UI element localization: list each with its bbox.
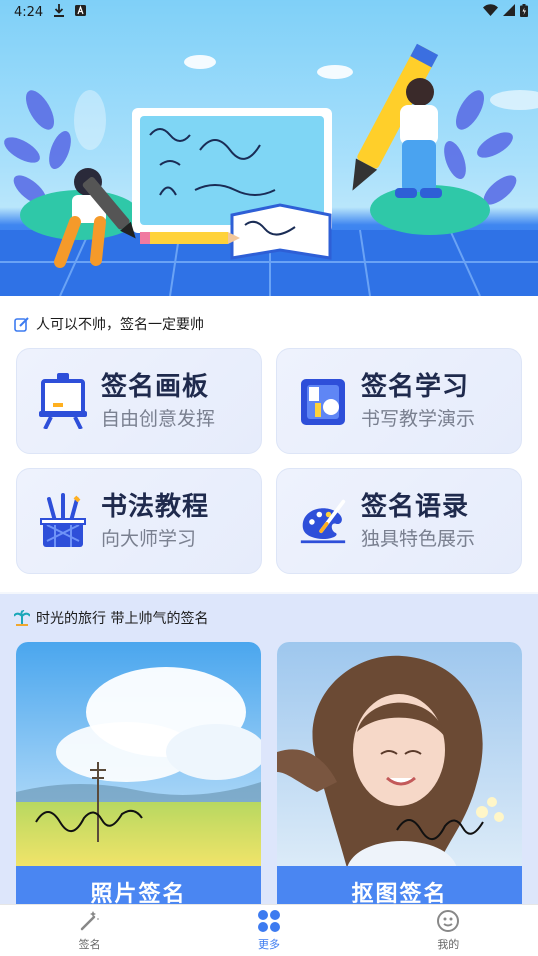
smiley-face-icon bbox=[436, 909, 460, 933]
card-title: 签名语录 bbox=[361, 492, 470, 522]
wifi-icon bbox=[483, 4, 498, 20]
grid-icon bbox=[257, 909, 281, 933]
card-subtitle: 书写教学演示 bbox=[361, 408, 476, 430]
hero-banner bbox=[0, 0, 538, 296]
notebook-icon bbox=[299, 373, 347, 429]
magic-wand-icon bbox=[78, 909, 102, 933]
app-notification-icon bbox=[75, 4, 87, 20]
section-header: 人可以不帅，签名一定要帅 bbox=[0, 296, 538, 352]
status-time: 4:24 bbox=[14, 4, 44, 20]
status-bar: 4:24 bbox=[0, 0, 538, 24]
signature-learning-card[interactable]: 签名学习 书写教学演示 bbox=[276, 348, 522, 454]
card-title: 签名学习 bbox=[361, 372, 470, 402]
nav-item-mine[interactable]: 我的 bbox=[388, 909, 508, 952]
palm-tree-icon bbox=[13, 609, 31, 626]
pen-holder-icon bbox=[39, 493, 87, 549]
nav-label: 签名 bbox=[78, 938, 101, 951]
cutout-signature-button[interactable]: 抠图签名 bbox=[277, 866, 522, 908]
pen-note-icon bbox=[14, 316, 30, 332]
photo-grid: 照片签名 抠图签名 bbox=[16, 642, 522, 908]
nav-item-more[interactable]: 更多 bbox=[209, 909, 329, 952]
bottom-navigation: 签名 更多 我的 bbox=[0, 904, 538, 956]
tool-grid: 签名画板 自由创意发挥 签名学习 书写教学演示 书法教程 向大师学习 签名语录 … bbox=[16, 348, 522, 574]
signature-board-card[interactable]: 签名画板 自由创意发挥 bbox=[16, 348, 262, 454]
card-subtitle: 向大师学习 bbox=[101, 528, 197, 550]
photo-signature-section: 时光的旅行 带上帅气的签名 照片签名 抠图签名 bbox=[0, 594, 538, 908]
download-icon bbox=[53, 3, 65, 21]
card-subtitle: 自由创意发挥 bbox=[101, 408, 216, 430]
photo-signature-button[interactable]: 照片签名 bbox=[16, 866, 261, 908]
battery-icon bbox=[520, 3, 528, 21]
landscape-image bbox=[16, 642, 261, 868]
nav-item-signature[interactable]: 签名 bbox=[30, 909, 150, 952]
signature-quotes-card[interactable]: 签名语录 独具特色展示 bbox=[276, 468, 522, 574]
photo-signature-card[interactable]: 照片签名 bbox=[16, 642, 261, 908]
cutout-signature-card[interactable]: 抠图签名 bbox=[277, 642, 522, 908]
card-title: 签名画板 bbox=[101, 372, 210, 402]
signal-icon bbox=[503, 4, 515, 20]
banner-illustration bbox=[0, 43, 538, 296]
card-title: 书法教程 bbox=[101, 492, 210, 522]
section-title: 人可以不帅，签名一定要帅 bbox=[36, 317, 204, 333]
signature-tools-section: 人可以不帅，签名一定要帅 签名画板 自由创意发挥 签名学习 书写教学演示 书法教… bbox=[0, 296, 538, 592]
section-header: 时光的旅行 带上帅气的签名 bbox=[0, 594, 538, 642]
easel-icon bbox=[39, 373, 87, 429]
card-subtitle: 独具特色展示 bbox=[361, 528, 476, 550]
portrait-image bbox=[277, 642, 522, 868]
palette-icon bbox=[299, 493, 347, 549]
section-title: 时光的旅行 带上帅气的签名 bbox=[36, 611, 209, 627]
nav-label: 更多 bbox=[257, 938, 280, 951]
nav-label: 我的 bbox=[437, 938, 460, 951]
calligraphy-tutorial-card[interactable]: 书法教程 向大师学习 bbox=[16, 468, 262, 574]
